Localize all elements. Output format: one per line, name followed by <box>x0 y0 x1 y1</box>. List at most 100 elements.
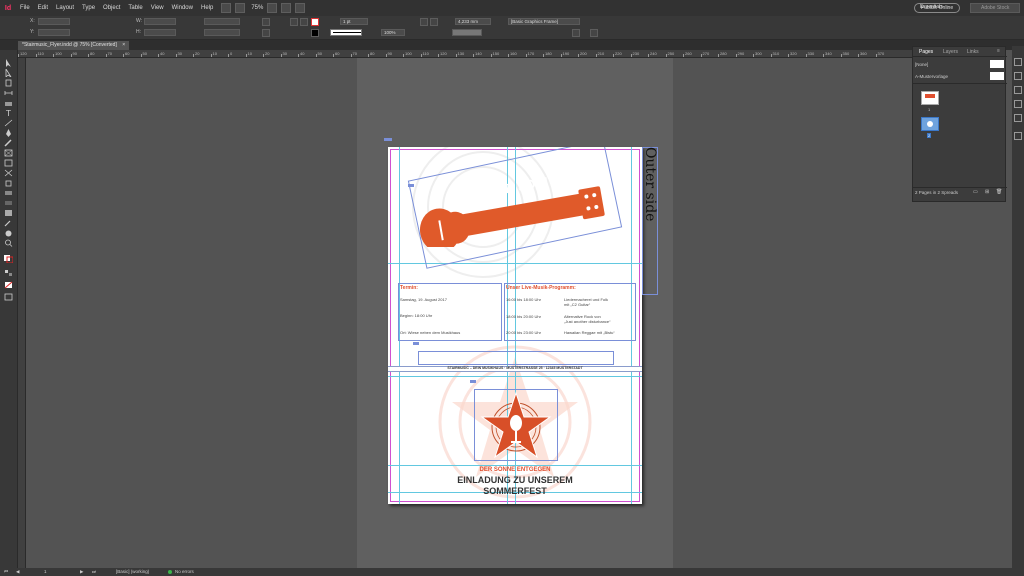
rectangle-frame-tool-icon[interactable] <box>4 144 13 157</box>
apply-none-icon[interactable] <box>4 276 13 289</box>
stock-icon[interactable] <box>235 3 246 13</box>
menu-table[interactable]: Table <box>124 5 146 11</box>
ruler-tick-label: 60 <box>335 51 340 56</box>
line-tool-icon[interactable] <box>4 114 13 127</box>
page-2-thumb[interactable] <box>921 117 939 131</box>
free-transform-tool-icon[interactable] <box>4 174 13 187</box>
screen-mode-icon[interactable] <box>281 3 292 13</box>
frame-handle[interactable] <box>384 138 392 141</box>
cc-libraries-icon[interactable] <box>1014 132 1022 140</box>
horizontal-ruler[interactable]: 120 110 100 90 80 70 60 50 40 30 20 10 0 10 20 30 40 50 60… <box>18 50 912 58</box>
x-field[interactable] <box>38 18 70 25</box>
type-tool-icon[interactable]: T <box>4 104 13 118</box>
master-none[interactable]: [None] <box>915 62 928 67</box>
last-page-icon[interactable]: ⏭ <box>92 569 96 574</box>
align-left-icon[interactable] <box>420 18 428 26</box>
master-a-thumb[interactable] <box>990 72 1004 80</box>
rectangle-tool-icon[interactable] <box>4 154 13 167</box>
page-tool-icon[interactable] <box>4 74 13 87</box>
wrap-field[interactable] <box>452 29 482 36</box>
preflight-status[interactable]: No errors <box>175 569 194 574</box>
document-tab[interactable]: *Stairmusic_Flyer.indd @ 75% [Converted]… <box>18 41 130 50</box>
stroke-panel-icon[interactable] <box>1014 100 1022 108</box>
close-icon[interactable]: × <box>122 42 125 48</box>
menu-help[interactable]: Help <box>197 5 217 11</box>
w-field[interactable] <box>144 18 176 25</box>
scissors-tool-icon[interactable] <box>4 164 13 177</box>
menu-file[interactable]: File <box>16 5 34 11</box>
search-input[interactable]: Adobe Stock <box>970 3 1020 13</box>
scale-y-field[interactable] <box>204 29 240 36</box>
delete-page-icon[interactable]: 🗑 <box>996 189 1002 195</box>
frame-handle[interactable] <box>470 380 476 383</box>
style-indicator[interactable]: [Basic] (working) <box>116 569 149 574</box>
next-page-icon[interactable]: ▶ <box>80 569 83 575</box>
menu-type[interactable]: Type <box>78 5 99 11</box>
stroke-swatch-icon[interactable] <box>311 29 319 37</box>
hand-tool-icon[interactable] <box>4 224 13 237</box>
frame-handle[interactable] <box>413 342 419 345</box>
selection-tool-icon[interactable] <box>4 54 13 67</box>
screen-mode-tool-icon[interactable] <box>4 288 13 301</box>
align-center-icon[interactable] <box>430 18 438 26</box>
pen-tool-icon[interactable] <box>4 124 13 137</box>
menu-object[interactable]: Object <box>99 5 124 11</box>
stroke-weight-field[interactable]: 1 pt <box>340 18 368 25</box>
direct-selection-tool-icon[interactable] <box>4 64 13 78</box>
flip-horizontal-icon[interactable] <box>290 18 298 26</box>
pencil-tool-icon[interactable] <box>4 134 13 147</box>
dimension-field[interactable]: 4,233 mm <box>455 18 491 25</box>
menu-window[interactable]: Window <box>168 5 197 11</box>
fitting-icon[interactable] <box>590 29 598 37</box>
tab-pages[interactable]: Pages <box>919 49 933 55</box>
layers-panel-icon[interactable] <box>1014 72 1022 80</box>
master-none-thumb[interactable] <box>990 60 1004 68</box>
master-a[interactable]: A-Mustervorlage <box>915 74 948 79</box>
y-field[interactable] <box>38 29 70 36</box>
first-page-icon[interactable]: ⏮ <box>4 569 8 574</box>
stroke-type-select[interactable] <box>330 29 362 36</box>
rotate-icon[interactable] <box>262 18 270 26</box>
fill-swatch-icon[interactable] <box>311 18 319 26</box>
scale-x-field[interactable] <box>204 18 240 25</box>
flip-vertical-icon[interactable] <box>300 18 308 26</box>
page-1-thumb[interactable] <box>921 91 939 105</box>
tab-links[interactable]: Links <box>967 49 979 55</box>
prev-page-icon[interactable]: ◀ <box>16 569 19 575</box>
frame-handle[interactable] <box>408 184 414 187</box>
document-page[interactable]: COME AND JOIN US! Termin: Samstag, 19. A… <box>388 147 642 504</box>
tab-layers[interactable]: Layers <box>943 49 958 55</box>
links-panel-icon[interactable] <box>1014 86 1022 94</box>
shear-icon[interactable] <box>262 29 270 37</box>
vertical-ruler[interactable] <box>18 58 26 568</box>
workspace-switcher[interactable]: Essentials <box>920 4 943 10</box>
eyedropper-tool-icon[interactable] <box>4 214 13 227</box>
menu-edit[interactable]: Edit <box>34 5 52 11</box>
swatches-panel-icon[interactable] <box>1014 114 1022 122</box>
gradient-feather-tool-icon[interactable] <box>4 194 13 205</box>
fx-icon[interactable] <box>572 29 580 37</box>
gap-tool-icon[interactable] <box>4 84 13 95</box>
address-frame[interactable] <box>418 351 614 365</box>
gradient-tool-icon[interactable] <box>4 184 13 195</box>
zoom-level[interactable]: 75% <box>251 5 263 11</box>
bridge-icon[interactable] <box>221 3 232 13</box>
formatting-affects-container-icon[interactable] <box>4 264 13 276</box>
page-size-icon[interactable]: ▭ <box>973 189 978 195</box>
pages-panel-icon[interactable] <box>1014 58 1022 66</box>
swap-fill-stroke-icon[interactable] <box>4 250 14 264</box>
app-logo-icon: Id <box>4 4 12 12</box>
new-page-icon[interactable]: ⊞ <box>985 189 989 195</box>
view-options-icon[interactable] <box>267 3 278 13</box>
note-tool-icon[interactable] <box>4 204 13 216</box>
page-number-field[interactable]: 1 <box>44 569 47 574</box>
arrange-documents-icon[interactable] <box>295 3 306 13</box>
menu-layout[interactable]: Layout <box>52 5 78 11</box>
menu-view[interactable]: View <box>147 5 168 11</box>
content-collector-icon[interactable] <box>4 94 13 106</box>
panel-menu-icon[interactable]: ≡ <box>997 48 1000 54</box>
opacity-field[interactable]: 100% <box>381 29 405 36</box>
zoom-tool-icon[interactable] <box>4 234 13 247</box>
object-style-select[interactable]: [Basic Graphics Frame] <box>508 18 580 25</box>
h-field[interactable] <box>144 29 176 36</box>
